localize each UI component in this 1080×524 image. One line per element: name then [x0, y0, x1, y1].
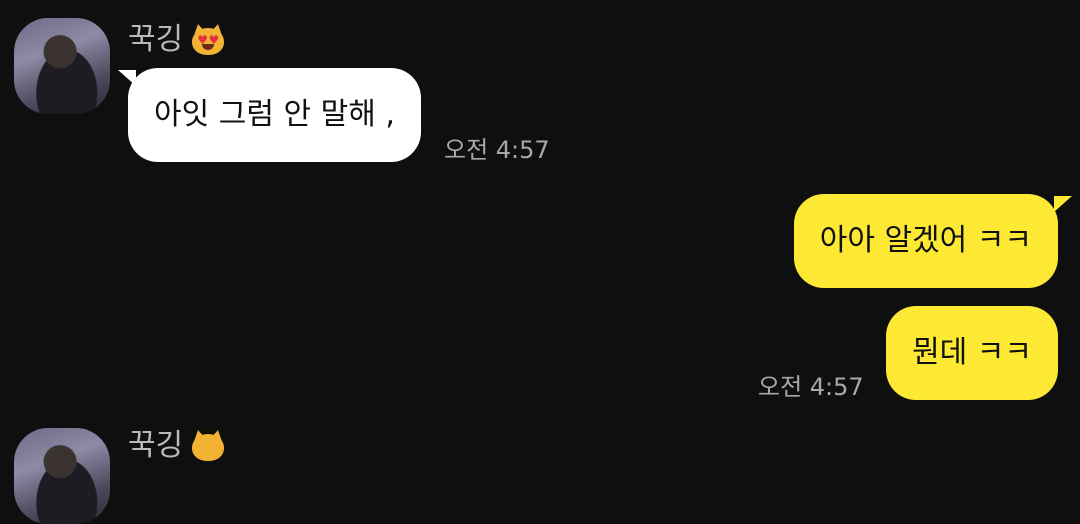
message-timestamp: 오전 4:57: [444, 136, 550, 164]
message-text: 아잇 그럼 안 말해 ,: [154, 97, 395, 132]
incoming-message-bubble[interactable]: 아잇 그럼 안 말해 ,: [128, 68, 421, 162]
sender-avatar[interactable]: [14, 428, 110, 524]
message-text: 아아 알겠어 ㅋㅋ: [819, 223, 1032, 258]
smiling-cat-heart-eyes-icon: [191, 428, 225, 462]
bubble-tail-right: [1054, 196, 1072, 212]
sender-name: 꾹깅: [128, 428, 184, 463]
smiling-cat-heart-eyes-icon: ♥ ♥: [191, 22, 225, 56]
sender-avatar[interactable]: [14, 18, 110, 114]
sender-name-row: 꾹깅: [128, 428, 225, 464]
outgoing-message-bubble[interactable]: 아아 알겠어 ㅋㅋ: [793, 194, 1058, 288]
message-text: 뭔데 ㅋㅋ: [912, 335, 1032, 370]
sender-name-row: 꾹깅 ♥ ♥: [128, 22, 225, 58]
outgoing-message-bubble[interactable]: 뭔데 ㅋㅋ: [886, 306, 1058, 400]
message-timestamp: 오전 4:57: [758, 373, 864, 401]
sender-name: 꾹깅: [128, 22, 184, 57]
